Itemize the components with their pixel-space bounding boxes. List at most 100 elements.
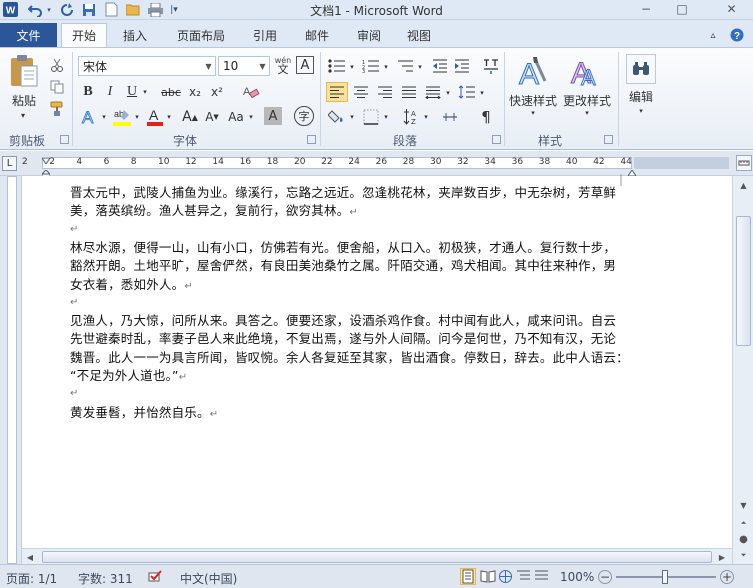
tab-page-layout[interactable]: 页面布局 xyxy=(168,23,234,47)
enclose-characters-button[interactable]: 字 xyxy=(294,106,314,126)
bullets-icon[interactable] xyxy=(326,56,348,76)
styles-launcher-icon[interactable] xyxy=(604,135,613,144)
tab-home[interactable]: 开始 xyxy=(61,23,107,47)
tab-references[interactable]: 引用 xyxy=(244,23,286,47)
paragraph-line[interactable]: 黄发垂髫，并怡然自乐。↵ xyxy=(70,404,218,424)
chevron-down-icon[interactable]: ▼ xyxy=(256,57,269,75)
minimize-ribbon-icon[interactable]: ▵ xyxy=(704,23,722,47)
change-styles-icon[interactable]: AA xyxy=(566,52,606,92)
bold-button[interactable]: B xyxy=(78,82,98,102)
clear-formatting-icon[interactable]: A xyxy=(240,82,262,102)
zoom-slider-thumb[interactable] xyxy=(662,570,668,584)
paragraph-line[interactable]: 美，落英缤纷。渔人甚异之，复前行，欲穷其林。↵ xyxy=(70,202,358,222)
editing-label[interactable]: 编辑 xyxy=(622,88,660,104)
editing-dropdown-icon[interactable]: ▾ xyxy=(636,106,646,116)
print-layout-view-icon[interactable] xyxy=(460,568,476,585)
maximize-button[interactable]: □ xyxy=(664,0,700,18)
paragraph-line[interactable]: “不足为外人道也。”↵ xyxy=(70,367,187,387)
language-indicator[interactable]: 中文(中国) xyxy=(180,570,237,587)
paragraph-launcher-icon[interactable] xyxy=(492,135,501,144)
distributed-dropdown-icon[interactable]: ▾ xyxy=(444,88,452,98)
close-button[interactable]: ✕ xyxy=(710,0,753,18)
outline-view-icon[interactable] xyxy=(516,569,532,585)
asian-typography-icon[interactable] xyxy=(440,106,460,128)
character-border-button[interactable]: A xyxy=(296,56,314,74)
scroll-up-icon[interactable]: ▲ xyxy=(735,178,752,192)
superscript-button[interactable]: x² xyxy=(207,82,227,102)
zoom-in-icon[interactable]: + xyxy=(720,570,734,584)
paragraph-line[interactable]: 魏晋。此人一一为具言所闻，皆叹惋。余人各复延至其家，皆出酒食。停数日，辞去。此中… xyxy=(70,349,629,367)
document-canvas[interactable]: 晋太元中，武陵人捕鱼为业。缘溪行，忘路之远近。忽逢桃花林，夹岸数百步，中无杂树，… xyxy=(22,174,732,548)
quick-styles-icon[interactable]: A xyxy=(510,52,556,92)
phonetic-guide-button[interactable]: wén 文 xyxy=(273,54,293,76)
quick-styles-label[interactable]: 快速样式 xyxy=(506,92,560,108)
line-spacing-dropdown-icon[interactable]: ▾ xyxy=(478,88,486,98)
shading-dropdown-icon[interactable]: ▾ xyxy=(348,112,356,122)
tab-selector-button[interactable]: L xyxy=(2,156,17,171)
highlight-dropdown-icon[interactable]: ▾ xyxy=(133,112,141,122)
chevron-down-icon[interactable]: ▼ xyxy=(202,57,215,75)
borders-dropdown-icon[interactable]: ▾ xyxy=(382,112,390,122)
shrink-font-button[interactable]: A ▼ xyxy=(202,106,222,128)
horizontal-scroll-thumb[interactable] xyxy=(42,551,712,563)
vertical-scroll-thumb[interactable] xyxy=(736,216,751,346)
distributed-icon[interactable] xyxy=(422,82,444,102)
scroll-right-icon[interactable]: ▶ xyxy=(716,551,728,563)
change-styles-dropdown-icon[interactable]: ▾ xyxy=(582,108,592,118)
change-case-dropdown-icon[interactable]: ▾ xyxy=(247,112,255,122)
change-case-button[interactable]: Aa xyxy=(225,106,247,128)
tab-review[interactable]: 审阅 xyxy=(348,23,390,47)
paragraph-line[interactable]: 见渔人，乃大惊，问所从来。具答之。便要还家，设酒杀鸡作食。村中闻有此人，咸来问讯… xyxy=(70,312,616,330)
format-painter-icon[interactable] xyxy=(48,100,66,118)
borders-icon[interactable] xyxy=(360,106,382,128)
italic-button[interactable]: I xyxy=(100,82,120,102)
align-center-button[interactable] xyxy=(350,82,372,102)
draft-view-icon[interactable] xyxy=(534,569,550,585)
copy-icon[interactable] xyxy=(48,78,66,96)
multilevel-list-icon[interactable] xyxy=(394,56,416,76)
paste-dropdown-icon[interactable]: ▾ xyxy=(18,110,28,120)
clipboard-launcher-icon[interactable] xyxy=(60,135,69,144)
zoom-out-icon[interactable]: − xyxy=(598,570,612,584)
chinese-layout-icon[interactable] xyxy=(480,54,502,78)
find-icon[interactable] xyxy=(626,54,656,84)
font-color-icon[interactable]: A xyxy=(145,106,165,128)
numbering-icon[interactable]: 123 xyxy=(360,56,382,76)
view-ruler-icon[interactable] xyxy=(736,155,752,171)
grow-font-button[interactable]: A ▲ xyxy=(180,106,200,128)
tab-insert[interactable]: 插入 xyxy=(114,23,156,47)
underline-button[interactable]: U xyxy=(122,82,142,102)
subscript-button[interactable]: x₂ xyxy=(185,82,205,102)
next-page-icon[interactable]: ⏷ xyxy=(735,548,752,562)
highlight-color-icon[interactable]: ab xyxy=(111,106,133,128)
sort-icon[interactable]: AZ xyxy=(402,106,422,128)
full-screen-reading-icon[interactable] xyxy=(480,569,496,585)
strikethrough-button[interactable]: abc xyxy=(158,82,184,102)
web-layout-icon[interactable] xyxy=(498,569,514,585)
page-count[interactable]: 页面: 1/1 xyxy=(6,570,57,587)
font-name-combo[interactable]: 宋体 ▼ xyxy=(78,56,216,76)
text-effects-icon[interactable]: A xyxy=(78,106,102,128)
character-shading-button[interactable]: A xyxy=(264,107,282,125)
horizontal-scrollbar[interactable]: ◀ ▶ xyxy=(22,548,732,564)
paragraph-line[interactable]: 女衣着，悉如外人。↵ xyxy=(70,276,193,296)
bullets-dropdown-icon[interactable]: ▾ xyxy=(348,62,356,72)
proofing-icon[interactable] xyxy=(147,569,165,585)
horizontal-ruler[interactable]: L 2 2 4 6 8 10 12 14 16 18 20 22 24 26 28 30 32 34 36 38 40 4… xyxy=(0,151,753,179)
paragraph-line[interactable]: 晋太元中，武陵人捕鱼为业。缘溪行，忘路之远近。忽逢桃花林，夹岸数百步，中无杂树，… xyxy=(70,184,616,202)
decrease-indent-icon[interactable] xyxy=(430,56,450,76)
paragraph-line[interactable]: 林尽水源，便得一山，山有小口，仿佛若有光。便舍船，从口入。初极狭，才通人。复行数… xyxy=(70,239,616,257)
tab-mailings[interactable]: 邮件 xyxy=(296,23,338,47)
sort-dropdown-icon[interactable]: ▾ xyxy=(422,112,430,122)
underline-dropdown-icon[interactable]: ▾ xyxy=(141,86,149,98)
scroll-down-icon[interactable]: ▼ xyxy=(735,498,752,512)
paragraph-line[interactable]: 豁然开朗。土地平旷，屋舍俨然，有良田美池桑竹之属。阡陌交通，鸡犬相闻。其中往来种… xyxy=(70,257,616,275)
text-effects-dropdown-icon[interactable]: ▾ xyxy=(100,112,108,122)
font-size-combo[interactable]: 10 ▼ xyxy=(218,56,270,76)
change-styles-label[interactable]: 更改样式 xyxy=(560,92,614,108)
multilevel-dropdown-icon[interactable]: ▾ xyxy=(416,62,424,72)
tab-view[interactable]: 视图 xyxy=(398,23,440,47)
vertical-ruler[interactable] xyxy=(0,176,22,564)
vertical-scrollbar[interactable]: ▲ ▼ ⏶ ● ⏷ xyxy=(732,176,753,564)
cut-icon[interactable] xyxy=(48,56,66,74)
